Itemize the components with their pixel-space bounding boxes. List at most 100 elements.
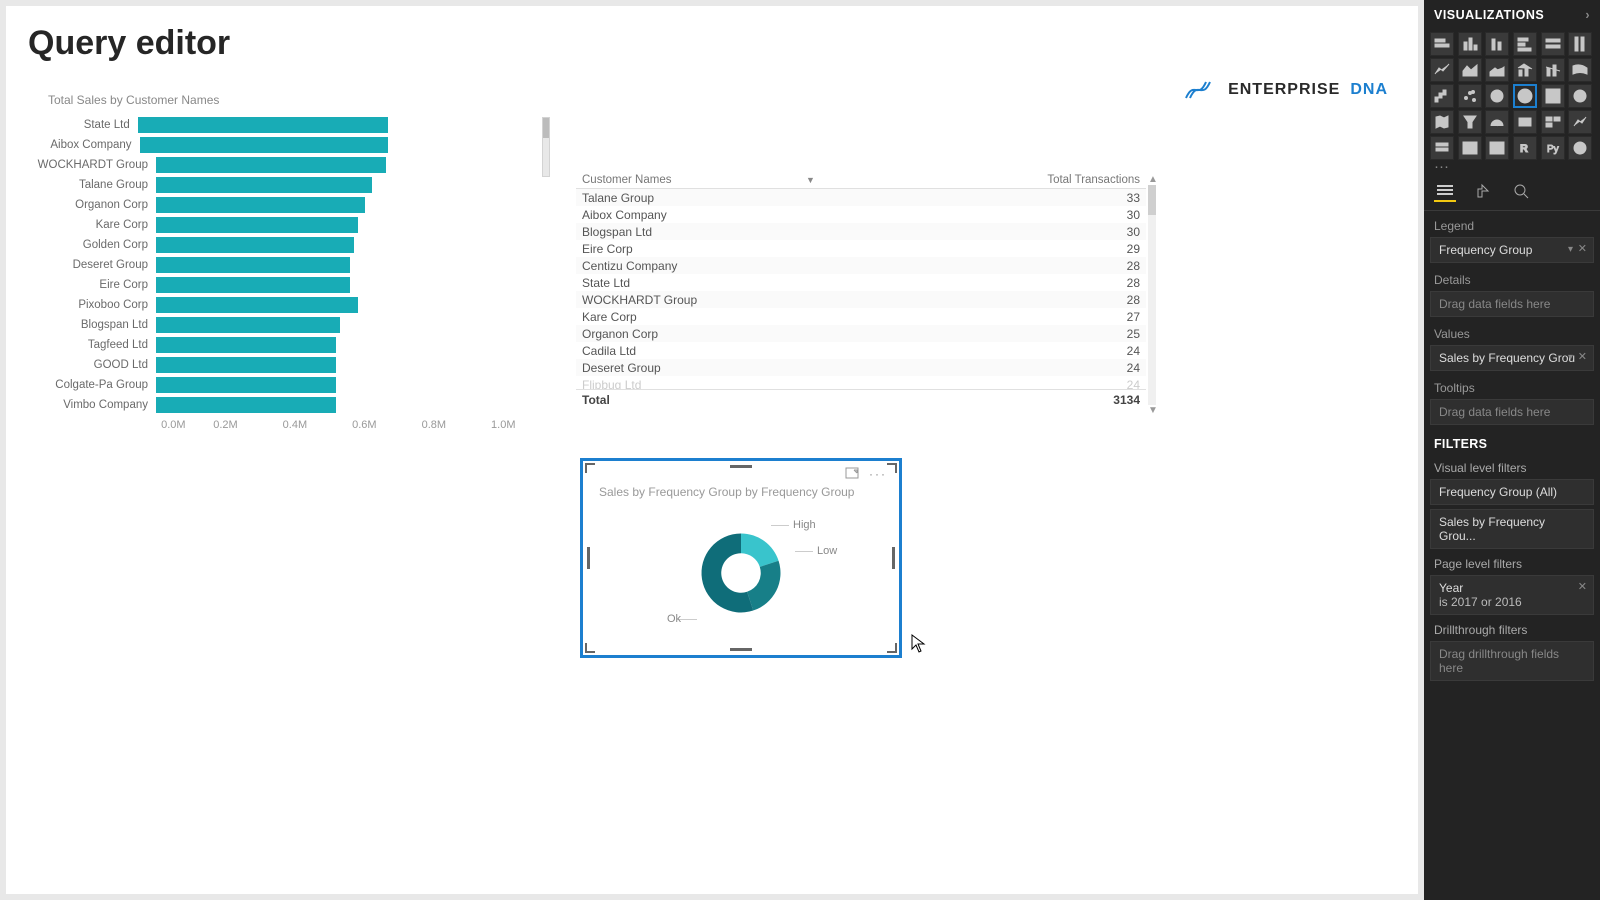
kpi-icon[interactable] bbox=[1568, 110, 1592, 134]
table-row[interactable]: Blogspan Ltd30 bbox=[576, 223, 1146, 240]
table-row[interactable]: Kare Corp27 bbox=[576, 308, 1146, 325]
scatter-icon[interactable] bbox=[1458, 84, 1482, 108]
bar-label: Kare Corp bbox=[28, 219, 156, 231]
table-row[interactable]: Eire Corp29 bbox=[576, 240, 1146, 257]
donut-label-ok: Ok bbox=[667, 613, 681, 625]
more-options-icon[interactable]: ··· bbox=[869, 467, 887, 482]
clustered-column-icon[interactable] bbox=[1458, 32, 1482, 56]
remove-field-icon[interactable]: ✕ bbox=[1578, 350, 1587, 363]
bar-axis: 0.0M0.2M0.4M0.6M0.8M1.0M bbox=[156, 419, 538, 431]
donut-icon[interactable] bbox=[1513, 84, 1537, 108]
transactions-table[interactable]: Customer Names ▼Total Transactions Talan… bbox=[576, 174, 1146, 410]
bar[interactable] bbox=[138, 117, 388, 133]
waterfall-icon[interactable] bbox=[1430, 84, 1454, 108]
report-canvas[interactable]: Query editor ENTERPRISE DNA Total Sales … bbox=[6, 6, 1418, 894]
ribbon-icon[interactable] bbox=[1568, 58, 1592, 82]
card-icon[interactable]: 123 bbox=[1513, 110, 1537, 134]
bar[interactable] bbox=[156, 317, 340, 333]
bar-scrollbar[interactable] bbox=[542, 117, 550, 177]
axis-tick: 0.8M bbox=[399, 419, 468, 431]
remove-field-icon[interactable]: ✕ bbox=[1578, 242, 1587, 255]
visual-filter-1[interactable]: Frequency Group (All) bbox=[1430, 479, 1594, 505]
resize-handle-sw[interactable] bbox=[585, 643, 595, 653]
values-well[interactable]: Sales by Frequency Grou▾✕ bbox=[1430, 345, 1594, 371]
resize-handle-n[interactable] bbox=[730, 465, 752, 468]
bar[interactable] bbox=[156, 337, 336, 353]
chevron-down-icon[interactable]: ▾ bbox=[1568, 244, 1573, 255]
drillthrough-well[interactable]: Drag drillthrough fields here bbox=[1430, 641, 1594, 681]
stacked-area-icon[interactable] bbox=[1485, 58, 1509, 82]
map-icon[interactable] bbox=[1568, 84, 1592, 108]
pie-icon[interactable] bbox=[1485, 84, 1509, 108]
bar[interactable] bbox=[156, 237, 354, 253]
donut-chart-selected[interactable]: ··· Sales by Frequency Group by Frequenc… bbox=[580, 458, 902, 658]
table-icon[interactable] bbox=[1458, 136, 1482, 160]
gallery-more-icon[interactable]: ··· bbox=[1424, 164, 1600, 176]
format-tab[interactable] bbox=[1472, 180, 1494, 202]
resize-handle-ne[interactable] bbox=[887, 463, 897, 473]
visual-filter-2[interactable]: Sales by Frequency Grou... bbox=[1430, 509, 1594, 549]
bar[interactable] bbox=[156, 157, 386, 173]
table-row[interactable]: Cadila Ltd24 bbox=[576, 342, 1146, 359]
100-stacked-bar-icon[interactable] bbox=[1541, 32, 1565, 56]
r-visual-icon[interactable]: R bbox=[1513, 136, 1537, 160]
bar[interactable] bbox=[156, 257, 350, 273]
bar[interactable] bbox=[156, 377, 336, 393]
collapse-pane-icon[interactable]: › bbox=[1585, 8, 1590, 22]
clustered-bar-icon[interactable] bbox=[1513, 32, 1537, 56]
table-row[interactable]: Aibox Company30 bbox=[576, 206, 1146, 223]
100-stacked-column-icon[interactable] bbox=[1568, 32, 1592, 56]
remove-filter-icon[interactable]: ✕ bbox=[1578, 580, 1587, 593]
resize-handle-s[interactable] bbox=[730, 648, 752, 651]
gauge-icon[interactable] bbox=[1485, 110, 1509, 134]
line-column-icon[interactable] bbox=[1513, 58, 1537, 82]
legend-well[interactable]: Frequency Group▾✕ bbox=[1430, 237, 1594, 263]
table-scrollbar[interactable]: ▲▼ bbox=[1148, 174, 1156, 410]
python-visual-icon[interactable]: Py bbox=[1541, 136, 1565, 160]
filled-map-icon[interactable] bbox=[1430, 110, 1454, 134]
bar[interactable] bbox=[156, 197, 365, 213]
table-row[interactable]: Deseret Group24 bbox=[576, 359, 1146, 376]
bar[interactable] bbox=[156, 217, 358, 233]
table-row[interactable]: Flipbug Ltd24 bbox=[576, 376, 1146, 389]
bar-row: WOCKHARDT Group bbox=[28, 155, 388, 175]
slicer-icon[interactable] bbox=[1430, 136, 1454, 160]
page-filter-year[interactable]: Year is 2017 or 2016 ✕ bbox=[1430, 575, 1594, 615]
bar[interactable] bbox=[156, 177, 372, 193]
table-row[interactable]: Centizu Company28 bbox=[576, 257, 1146, 274]
filters-header: FILTERS bbox=[1424, 427, 1600, 455]
table-row[interactable]: Talane Group33 bbox=[576, 189, 1146, 206]
multi-card-icon[interactable] bbox=[1541, 110, 1565, 134]
bar[interactable] bbox=[156, 357, 336, 373]
visualization-gallery: 123 RPy bbox=[1424, 30, 1600, 164]
th-customer[interactable]: Customer Names bbox=[576, 174, 776, 186]
bar-row: Vimbo Company bbox=[28, 395, 388, 415]
globe-icon[interactable] bbox=[1568, 136, 1592, 160]
area-icon[interactable] bbox=[1458, 58, 1482, 82]
table-row[interactable]: WOCKHARDT Group28 bbox=[576, 291, 1146, 308]
details-well[interactable]: Drag data fields here bbox=[1430, 291, 1594, 317]
funnel-icon[interactable] bbox=[1458, 110, 1482, 134]
focus-mode-icon[interactable] bbox=[845, 467, 859, 482]
analytics-tab[interactable] bbox=[1510, 180, 1532, 202]
resize-handle-se[interactable] bbox=[887, 643, 897, 653]
bar[interactable] bbox=[156, 297, 358, 313]
bar[interactable] bbox=[156, 277, 350, 293]
table-row[interactable]: Organon Corp25 bbox=[576, 325, 1146, 342]
line-stacked-icon[interactable] bbox=[1541, 58, 1565, 82]
matrix-icon[interactable] bbox=[1485, 136, 1509, 160]
chevron-down-icon[interactable]: ▾ bbox=[1568, 352, 1573, 363]
resize-handle-nw[interactable] bbox=[585, 463, 595, 473]
stacked-column-icon[interactable] bbox=[1485, 32, 1509, 56]
bar-chart[interactable]: Total Sales by Customer Names State LtdA… bbox=[28, 93, 538, 431]
tooltips-well[interactable]: Drag data fields here bbox=[1430, 399, 1594, 425]
bar[interactable] bbox=[140, 137, 388, 153]
treemap-icon[interactable] bbox=[1541, 84, 1565, 108]
fields-tab[interactable] bbox=[1434, 180, 1456, 202]
stacked-bar-icon[interactable] bbox=[1430, 32, 1454, 56]
svg-text:123: 123 bbox=[1521, 120, 1532, 126]
line-icon[interactable] bbox=[1430, 58, 1454, 82]
th-transactions[interactable]: ▼Total Transactions bbox=[776, 174, 1146, 186]
table-row[interactable]: State Ltd28 bbox=[576, 274, 1146, 291]
bar[interactable] bbox=[156, 397, 336, 413]
